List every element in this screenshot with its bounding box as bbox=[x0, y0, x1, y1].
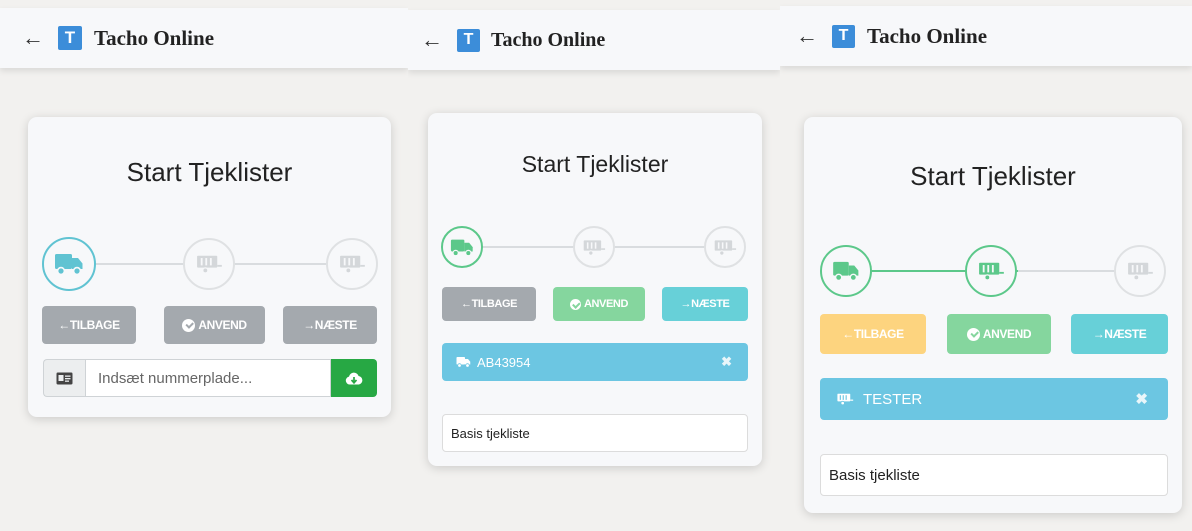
step-trailer-1[interactable] bbox=[573, 226, 615, 268]
truck-icon bbox=[456, 357, 471, 368]
app-logo: T bbox=[58, 26, 82, 50]
arrow-right-icon: → bbox=[1092, 327, 1105, 341]
checklist-name: Basis tjekliste bbox=[829, 466, 920, 484]
selected-vehicle[interactable]: TESTER ✖ bbox=[820, 378, 1168, 420]
app-bar: ← T Tacho Online bbox=[780, 6, 1192, 66]
next-button-label: NÆSTE bbox=[1104, 327, 1147, 341]
checklist-name: Basis tjekliste bbox=[451, 425, 530, 441]
back-button[interactable]: ← TILBAGE bbox=[442, 287, 536, 321]
back-button-label: TILBAGE bbox=[471, 298, 518, 310]
next-button[interactable]: → NÆSTE bbox=[662, 287, 748, 321]
step-trailer-2[interactable] bbox=[704, 226, 746, 268]
cloud-upload-icon bbox=[345, 372, 363, 384]
step-truck[interactable] bbox=[441, 226, 483, 268]
vehicle-name: TESTER bbox=[863, 390, 923, 408]
plate-input-group bbox=[43, 359, 377, 397]
close-icon[interactable]: ✖ bbox=[721, 354, 732, 370]
step-trailer-1[interactable] bbox=[965, 245, 1017, 297]
trailer-icon bbox=[979, 262, 1004, 281]
screen-3: ← T Tacho Online Start Tjeklister ← TILB… bbox=[780, 0, 1192, 531]
back-button[interactable]: ← TILBAGE bbox=[42, 306, 136, 344]
next-button[interactable]: → NÆSTE bbox=[283, 306, 377, 344]
checklist-item[interactable]: Basis tjekliste bbox=[820, 454, 1168, 496]
next-button[interactable]: → NÆSTE bbox=[1071, 314, 1168, 354]
truck-icon bbox=[55, 254, 83, 276]
step-trailer-2[interactable] bbox=[1114, 245, 1166, 297]
arrow-left-icon: ← bbox=[842, 327, 854, 341]
card-title: Start Tjeklister bbox=[126, 157, 293, 187]
check-circle-icon bbox=[966, 327, 980, 341]
plate-input[interactable] bbox=[85, 359, 331, 397]
trailer-icon bbox=[583, 239, 606, 256]
arrow-left-icon: ← bbox=[58, 318, 70, 332]
screen-2: ← T Tacho Online Start Tjeklister ← TILB… bbox=[408, 0, 780, 531]
checklist-item[interactable]: Basis tjekliste bbox=[442, 414, 748, 452]
trailer-icon bbox=[714, 239, 737, 256]
back-arrow-icon[interactable]: ← bbox=[421, 29, 443, 51]
vehicle-name: AB43954 bbox=[477, 354, 531, 370]
trailer-icon bbox=[1128, 262, 1153, 281]
step-trailer-2[interactable] bbox=[326, 238, 378, 290]
apply-button[interactable]: ANVEND bbox=[164, 306, 265, 344]
back-arrow-icon[interactable]: ← bbox=[796, 25, 818, 47]
app-title: Tacho Online bbox=[94, 25, 215, 50]
back-arrow-icon[interactable]: ← bbox=[22, 27, 44, 49]
step-truck[interactable] bbox=[820, 245, 872, 297]
app-logo: T bbox=[832, 24, 855, 48]
back-button-label: TILBAGE bbox=[853, 327, 904, 341]
back-button[interactable]: ← TILBAGE bbox=[820, 314, 926, 354]
check-circle-icon bbox=[569, 298, 581, 310]
screen-1: ← T Tacho Online Start Tjeklister ← TILB… bbox=[0, 0, 408, 531]
check-circle-icon bbox=[182, 318, 196, 332]
step-trailer-1[interactable] bbox=[183, 238, 235, 290]
trailer-icon bbox=[197, 255, 222, 274]
id-card-addon bbox=[43, 359, 85, 397]
app-bar: ← T Tacho Online bbox=[408, 10, 780, 70]
step-truck[interactable] bbox=[42, 237, 96, 291]
card-title: Start Tjeklister bbox=[521, 151, 669, 177]
app-logo: T bbox=[457, 28, 480, 52]
app-title: Tacho Online bbox=[491, 28, 606, 51]
close-icon[interactable]: ✖ bbox=[1135, 390, 1148, 408]
app-bar: ← T Tacho Online bbox=[0, 8, 408, 68]
checklist-card: Start Tjeklister ← TILBAGE ANVEND → NÆST… bbox=[428, 113, 762, 466]
apply-button[interactable]: ANVEND bbox=[553, 287, 645, 321]
checklist-card: Start Tjeklister ← TILBAGE ANVEND → NÆST… bbox=[804, 117, 1182, 513]
app-title: Tacho Online bbox=[867, 23, 988, 48]
arrow-right-icon: → bbox=[680, 298, 692, 310]
back-button-label: TILBAGE bbox=[69, 318, 120, 332]
next-button-label: NÆSTE bbox=[314, 318, 357, 332]
trailer-icon bbox=[340, 255, 365, 274]
apply-button-label: ANVEND bbox=[198, 318, 247, 332]
truck-icon bbox=[450, 239, 473, 256]
selected-vehicle[interactable]: AB43954 ✖ bbox=[442, 343, 748, 381]
arrow-left-icon: ← bbox=[460, 298, 472, 310]
trailer-icon bbox=[837, 393, 854, 406]
apply-button[interactable]: ANVEND bbox=[947, 314, 1051, 354]
apply-button-label: ANVEND bbox=[583, 298, 629, 310]
truck-icon bbox=[833, 261, 859, 282]
checklist-card: Start Tjeklister ← TILBAGE ANVEND → NÆST… bbox=[28, 117, 391, 417]
next-button-label: NÆSTE bbox=[691, 298, 730, 310]
arrow-right-icon: → bbox=[303, 318, 315, 332]
upload-button[interactable] bbox=[331, 359, 377, 397]
id-card-icon bbox=[56, 372, 73, 384]
apply-button-label: ANVEND bbox=[982, 327, 1032, 341]
card-title: Start Tjeklister bbox=[910, 161, 1076, 191]
